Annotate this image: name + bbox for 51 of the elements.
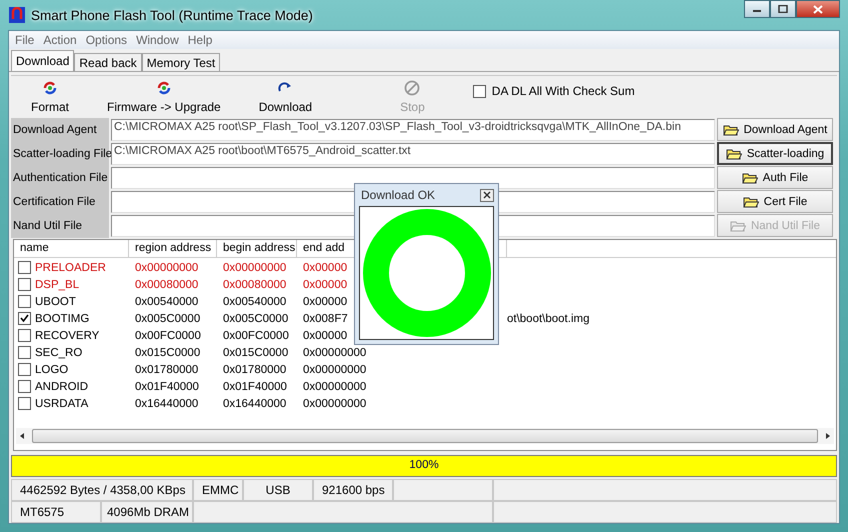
table-cell-text: 0x16440000 xyxy=(134,398,200,410)
table-cell-text: 0x008F7 xyxy=(302,312,349,324)
table-cell-text: 0x00000000 xyxy=(302,346,368,358)
field-label: Scatter-loading File xyxy=(11,142,109,166)
field-label: Certification File xyxy=(11,190,109,214)
table-cell: LOGO xyxy=(35,364,68,376)
table-cell-text: 0x015C0000 xyxy=(222,346,290,358)
table-cell: SEC_RO xyxy=(35,346,82,358)
table-cell-text: 0x01780000 xyxy=(134,364,200,376)
table-cell-text: 0x01F40000 xyxy=(134,380,200,392)
status-text: MT6575 xyxy=(11,501,101,523)
window-title: Smart Phone Flash Tool (Runtime Trace Mode) xyxy=(31,8,313,22)
progress-text: 100% xyxy=(409,459,439,471)
table-cell-text: 0x00000 xyxy=(302,262,348,274)
table-cell-text: 0x00000000 xyxy=(302,364,368,376)
table-cell-text: 0x00000000 xyxy=(302,398,368,410)
table-cell-text: 0x00000000 xyxy=(222,262,288,274)
table-cell-text: 0x00FC0000 xyxy=(222,330,290,342)
dialog-title: Download OK xyxy=(361,188,436,202)
status-text: USB xyxy=(243,479,313,501)
table-cell-text: 0x00000 xyxy=(302,278,348,290)
status-text: 4096Mb DRAM xyxy=(101,501,193,523)
table-cell-text: 0x005C0000 xyxy=(134,312,202,324)
table-cell-text: 0x00540000 xyxy=(222,296,288,308)
table-cell-text: 0x01780000 xyxy=(222,364,288,376)
table-cell-text: 0x00080000 xyxy=(134,278,200,290)
field-label: Download Agent xyxy=(11,118,109,142)
status-text: 4462592 Bytes / 4358,00 KBps xyxy=(11,479,193,501)
table-cell: PRELOADER xyxy=(35,262,106,274)
table-cell-text: 0x00000000 xyxy=(134,262,200,274)
table-cell-text: 0x00000000 xyxy=(302,380,368,392)
table-cell-text: 0x00FC0000 xyxy=(134,330,202,342)
status-text: 921600 bps xyxy=(313,479,393,501)
table-cell: ANDROID xyxy=(35,380,88,392)
table-cell: ot\boot\boot.img xyxy=(507,312,590,324)
table-cell: RECOVERY xyxy=(35,330,100,342)
table-cell: BOOTIMG xyxy=(35,312,90,324)
table-cell-text: 0x01F40000 xyxy=(222,380,288,392)
table-cell-text: 0x00080000 xyxy=(222,278,288,290)
table-cell-text: 0x00000 xyxy=(302,296,348,308)
field-label: Authentication File xyxy=(11,166,109,190)
table-cell: UBOOT xyxy=(35,296,76,308)
table-cell-text: 0x00540000 xyxy=(134,296,200,308)
table-cell-text: 0x005C0000 xyxy=(222,312,290,324)
table-cell-text: 0x00000 xyxy=(302,330,348,342)
table-cell: DSP_BL xyxy=(35,278,80,290)
table-cell: USRDATA xyxy=(35,398,88,410)
field-label: Nand Util File xyxy=(11,214,109,238)
table-cell-text: 0x16440000 xyxy=(222,398,288,410)
table-cell-text: 0x015C0000 xyxy=(134,346,202,358)
status-text: EMMC xyxy=(193,479,243,501)
